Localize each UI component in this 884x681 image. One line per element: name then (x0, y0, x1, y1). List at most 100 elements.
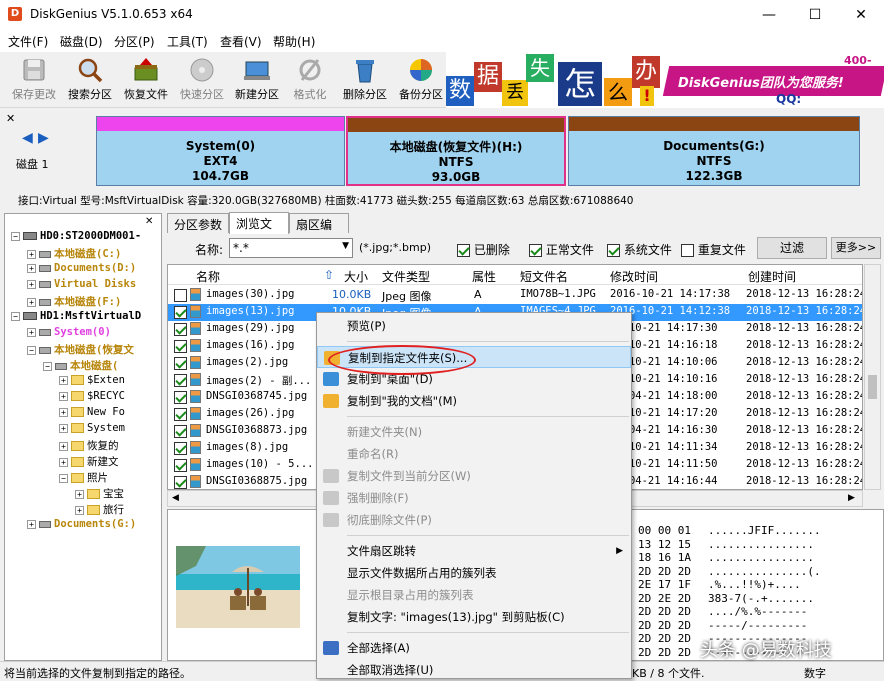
context-menu-item[interactable]: 复制到"我的文档"(M) (317, 390, 631, 412)
save-changes-button[interactable]: 保存更改 (8, 56, 60, 106)
tree-item[interactable]: − 本地磁盘( (43, 358, 118, 374)
expand-icon[interactable]: + (75, 505, 84, 515)
expand-icon[interactable]: + (59, 375, 68, 385)
file-row[interactable]: images(30).jpg 10.0KB Jpeg 图像 A IMO78B~1.JPG… (168, 287, 862, 304)
col-created[interactable]: 创建时间 (748, 268, 796, 285)
expand-icon[interactable]: − (11, 311, 20, 321)
check-normal-box[interactable] (529, 244, 542, 257)
file-list-vscroll[interactable] (864, 264, 881, 490)
tree-close-icon[interactable]: ✕ (145, 216, 153, 227)
format-button[interactable]: 格式化 (288, 56, 332, 106)
menu-tools[interactable]: 工具(T) (167, 33, 208, 50)
filter-button[interactable]: 过滤 (757, 237, 827, 259)
expand-icon[interactable]: − (43, 361, 52, 371)
partition-recovery[interactable]: 本地磁盘(恢复文件)(H:) NTFS 93.0GB (346, 116, 566, 186)
expand-icon[interactable]: + (59, 457, 68, 467)
file-checkbox[interactable] (174, 459, 187, 472)
expand-icon[interactable]: − (27, 345, 36, 355)
context-menu-item[interactable]: 新建文件夹(N) (317, 421, 631, 443)
menu-file[interactable]: 文件(F) (8, 33, 48, 50)
check-system-box[interactable] (607, 244, 620, 257)
tree-item[interactable]: + 新建文 (59, 454, 119, 470)
tab-partition-params[interactable]: 分区参数 (167, 213, 229, 233)
context-menu-item[interactable]: 复制文字: "images(13).jpg" 到剪贴板(C) (317, 606, 631, 628)
delete-partition-button[interactable]: 删除分区 (338, 56, 392, 106)
menu-help[interactable]: 帮助(H) (273, 33, 315, 50)
expand-icon[interactable]: + (59, 441, 68, 451)
check-normal[interactable]: 正常文件 (529, 241, 594, 258)
minimize-button[interactable]: — (746, 0, 792, 30)
file-checkbox[interactable] (174, 442, 187, 455)
vscroll-thumb[interactable] (868, 375, 877, 399)
tree-item[interactable]: + 本地磁盘(F:) (27, 294, 121, 310)
partition-system[interactable]: System(0) EXT4 104.7GB (96, 116, 345, 186)
check-system[interactable]: 系统文件 (607, 241, 672, 258)
maximize-button[interactable]: ☐ (792, 0, 838, 30)
file-checkbox[interactable] (174, 306, 187, 319)
context-menu-item[interactable]: 文件扇区跳转 ▶ (317, 540, 631, 562)
file-checkbox[interactable] (174, 425, 187, 438)
expand-icon[interactable]: + (27, 519, 36, 529)
expand-icon[interactable]: + (59, 423, 68, 433)
tree-item[interactable]: + System(0) (27, 326, 111, 342)
recover-files-button[interactable]: 恢复文件 (120, 56, 172, 106)
tab-browse-files[interactable]: 浏览文件 (229, 212, 289, 248)
tab-sector-edit[interactable]: 扇区编辑 (289, 213, 349, 249)
menu-view[interactable]: 查看(V) (220, 33, 262, 50)
check-deleted-box[interactable] (457, 244, 470, 257)
expand-icon[interactable]: + (59, 391, 68, 401)
more-button[interactable]: 更多>> (831, 237, 881, 259)
promo-banner[interactable]: 数 据 丢 失 怎 么 办 ! DiskGenius团队为您服务! 400- Q… (446, 52, 884, 108)
expand-icon[interactable]: + (59, 407, 68, 417)
expand-icon[interactable]: + (27, 263, 36, 273)
expand-icon[interactable]: + (27, 327, 36, 337)
new-partition-button[interactable]: 新建分区 (230, 56, 284, 106)
partition-documents[interactable]: Documents(G:) NTFS 122.3GB (568, 116, 860, 186)
tree-item[interactable]: + Documents(D:) (27, 262, 136, 278)
tree-item[interactable]: + $Exten (59, 374, 125, 390)
file-checkbox[interactable] (174, 476, 187, 489)
tree-item[interactable]: − HD1:MsftVirtualD (11, 310, 141, 326)
context-menu-item[interactable]: 复制文件到当前分区(W) (317, 465, 631, 487)
search-partition-button[interactable]: 搜索分区 (64, 56, 116, 106)
file-checkbox[interactable] (174, 391, 187, 404)
name-filter-input[interactable]: *.* ▼ (229, 238, 353, 258)
file-checkbox[interactable] (174, 289, 187, 302)
next-disk-icon[interactable]: ▶ (38, 130, 49, 146)
prev-disk-icon[interactable]: ◀ (22, 130, 33, 146)
file-checkbox[interactable] (174, 323, 187, 336)
backup-partition-button[interactable]: 备份分区 (394, 56, 448, 106)
expand-icon[interactable]: + (27, 279, 36, 289)
quick-partition-button[interactable]: 快速分区 (176, 56, 228, 106)
context-menu-item[interactable]: 显示文件数据所占用的簇列表 (317, 562, 631, 584)
tree-item[interactable]: − 本地磁盘(恢复文 (27, 342, 134, 358)
context-menu-item[interactable]: 全部选择(A) (317, 637, 631, 659)
file-checkbox[interactable] (174, 374, 187, 387)
chevron-down-icon[interactable]: ▼ (342, 241, 349, 251)
check-duplicate[interactable]: 重复文件 (681, 241, 746, 258)
expand-icon[interactable]: − (11, 231, 20, 241)
col-modified[interactable]: 修改时间 (610, 268, 658, 285)
tree-item[interactable]: + System (59, 422, 125, 438)
expand-icon[interactable]: + (27, 297, 36, 307)
context-menu-item[interactable]: 全部取消选择(U) (317, 659, 631, 681)
tree-item[interactable]: + 本地磁盘(C:) (27, 246, 121, 262)
context-menu-item[interactable]: 显示根目录占用的簇列表 (317, 584, 631, 606)
expand-icon[interactable]: + (27, 249, 36, 259)
menu-disk[interactable]: 磁盘(D) (60, 33, 103, 50)
sort-up-icon[interactable]: ⇧ (324, 268, 334, 282)
tree-item[interactable]: + $RECYC (59, 390, 125, 406)
file-checkbox[interactable] (174, 357, 187, 370)
scroll-left-icon[interactable]: ◀ (172, 493, 179, 503)
disk-tree[interactable]: − HD0:ST2000DM001- + 本地磁盘(C:) + Documents(D:)… (5, 230, 161, 650)
tree-item[interactable]: + Virtual Disks (27, 278, 136, 294)
expand-icon[interactable]: + (75, 489, 84, 499)
diskmap-close-icon[interactable]: ✕ (6, 112, 15, 125)
tree-item[interactable]: + 旅行 (75, 502, 124, 518)
context-menu-item[interactable]: 强制删除(F) (317, 487, 631, 509)
scroll-right-icon[interactable]: ▶ (848, 493, 855, 503)
check-duplicate-box[interactable] (681, 244, 694, 257)
col-name[interactable]: 名称 (196, 268, 220, 285)
context-menu-item[interactable]: 预览(P) (317, 315, 631, 337)
tree-item[interactable]: − 照片 (59, 470, 108, 486)
